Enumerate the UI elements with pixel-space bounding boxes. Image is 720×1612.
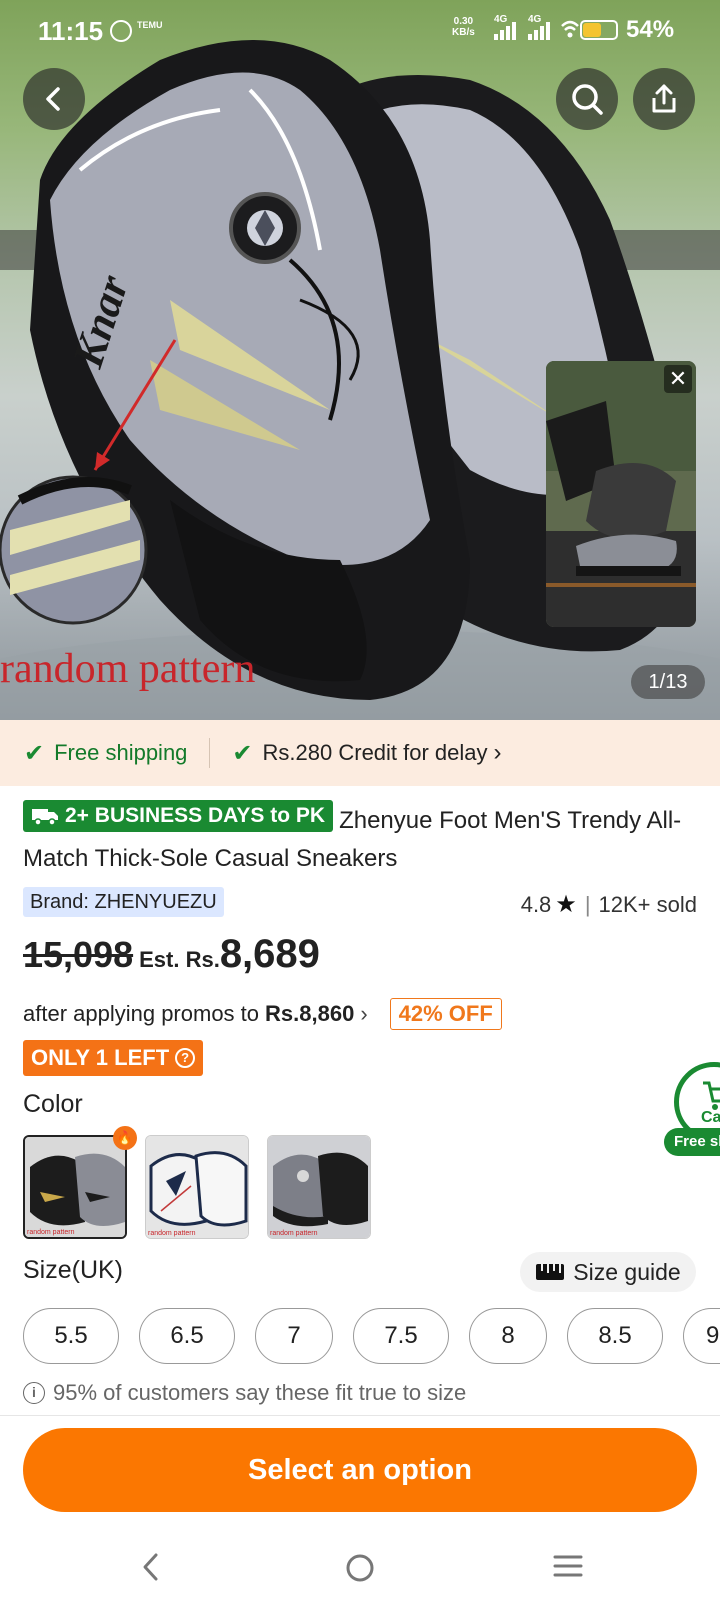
delay-credit-item[interactable]: ✔ Rs.280 Credit for delay › [232, 739, 501, 768]
back-button[interactable] [23, 68, 85, 130]
sim1-label: 4G [494, 14, 508, 25]
promo-price: Rs.8,860 [265, 1001, 355, 1026]
swatch-image [146, 1136, 248, 1238]
network-speed-value: 0.30 [453, 16, 474, 27]
delay-credit-label: Rs.280 Credit for delay [262, 740, 488, 765]
swatch-caption: random pattern [148, 1230, 196, 1237]
search-icon [572, 84, 603, 115]
image-caption: random pattern [0, 646, 256, 692]
network-speed-unit: KB/s [452, 27, 475, 38]
share-icon [652, 84, 676, 113]
size-option[interactable]: 8.5 [567, 1308, 663, 1364]
delivery-badge-label: 2+ BUSINESS DAYS to PK [65, 804, 326, 827]
whatsapp-icon [110, 20, 132, 42]
delivery-badge: 2+ BUSINESS DAYS to PK [23, 800, 334, 832]
swatch-image [25, 1137, 125, 1237]
swatch-caption: random pattern [27, 1229, 75, 1236]
sim2-label: 4G [528, 14, 542, 25]
brand-rating-row: Brand: ZHENYUEZU 4.8 ★ | 12K+ sold [23, 887, 697, 919]
price-row: 15,098 Est. Rs. 8,689 [23, 932, 320, 982]
swatch-caption: random pattern [270, 1230, 318, 1237]
size-option[interactable]: 8 [469, 1308, 547, 1364]
sold-count: 12K+ sold [598, 891, 697, 917]
chevron-right-icon: › [360, 1001, 368, 1026]
help-icon: ? [175, 1048, 196, 1068]
network-speed: 0.30 KB/s [452, 16, 475, 38]
mini-video-player[interactable]: ✕ [546, 361, 696, 627]
size-option[interactable]: 6.5 [139, 1308, 235, 1364]
fit-note-text: 95% of customers say these fit true to s… [53, 1380, 467, 1405]
battery-icon [580, 20, 618, 40]
ruler-icon [536, 1264, 565, 1280]
close-icon[interactable]: ✕ [664, 365, 692, 393]
current-price: 8,689 [219, 932, 320, 976]
brand-tag[interactable]: Brand: ZHENYUEZU [23, 887, 224, 917]
status-time: 11:15 [38, 16, 104, 46]
original-price: 15,098 [23, 934, 134, 975]
size-option[interactable]: 7 [255, 1308, 333, 1364]
free-shipping-label: Free shipping [54, 740, 188, 765]
cart-free-shipping-pill: Free sh [664, 1128, 720, 1156]
check-icon: ✔ [24, 739, 45, 767]
stock-label: ONLY 1 LEFT [31, 1045, 170, 1070]
product-image-gallery[interactable]: Knar 11:15 TEMU 0.30 KB/s 4G 4G 54% rand… [0, 0, 720, 720]
info-icon: i [23, 1382, 45, 1404]
promo-row[interactable]: after applying promos to Rs.8,860 › 42% … [23, 996, 502, 1032]
notification-app-label: TEMU [137, 20, 163, 30]
color-section-label: Color [23, 1090, 83, 1118]
swatch-image [268, 1136, 370, 1238]
fit-note: i 95% of customers say these fit true to… [23, 1380, 466, 1406]
color-swatch-black-gray[interactable]: random pattern [23, 1135, 127, 1239]
sim1-signal-icon: 4G [494, 14, 516, 40]
chevron-right-icon: › [493, 739, 502, 766]
size-option[interactable]: 7.5 [353, 1308, 449, 1364]
divider [209, 738, 211, 768]
color-swatches: random pattern random pattern random pat… [23, 1135, 371, 1239]
hot-badge-icon: 🔥 [113, 1126, 137, 1150]
floating-cart-button[interactable]: Ca Free sh [664, 1062, 720, 1172]
size-option[interactable]: 9 [683, 1308, 720, 1364]
divider [0, 1415, 720, 1416]
size-guide-label: Size guide [573, 1258, 681, 1285]
sim2-signal-icon: 4G [528, 14, 550, 40]
truck-icon [32, 809, 58, 826]
share-button[interactable] [633, 68, 695, 130]
promo-text: after applying promos to [23, 1001, 260, 1026]
rating-value: 4.8 [520, 891, 552, 917]
select-option-button[interactable]: Select an option [23, 1428, 697, 1512]
star-icon: ★ [555, 891, 577, 918]
estimated-price-label: Est. Rs. [139, 947, 220, 972]
nav-home-icon[interactable] [344, 1552, 376, 1584]
size-section-label: Size(UK) [23, 1256, 124, 1284]
size-options: 5.5 6.5 7 7.5 8 8.5 [23, 1308, 663, 1364]
discount-badge: 42% OFF [389, 998, 502, 1030]
status-bar: 11:15 TEMU 0.30 KB/s 4G 4G 54% [0, 0, 720, 58]
nav-back-icon[interactable] [138, 1552, 164, 1582]
image-counter: 1/13 [631, 665, 705, 699]
cart-label: Ca [701, 1109, 720, 1126]
product-title-block: 2+ BUSINESS DAYS to PK Zhenyue Foot Men'… [23, 800, 703, 878]
search-button[interactable] [556, 68, 618, 130]
system-navigation-bar [0, 1540, 720, 1612]
rating-separator: | [584, 891, 591, 917]
battery-percent: 54% [626, 16, 675, 43]
free-shipping-item[interactable]: ✔ Free shipping [24, 739, 187, 768]
color-swatch-white-navy[interactable]: random pattern [145, 1135, 249, 1239]
video-thumbnail [546, 361, 696, 627]
size-guide-button[interactable]: Size guide [520, 1252, 696, 1292]
stock-badge[interactable]: ONLY 1 LEFT ? [23, 1040, 204, 1076]
wifi-icon [561, 20, 579, 38]
shipping-benefits-bar[interactable]: ✔ Free shipping ✔ Rs.280 Credit for dela… [0, 720, 720, 786]
check-icon: ✔ [232, 739, 253, 767]
nav-menu-icon[interactable] [553, 1552, 583, 1580]
rating-summary[interactable]: 4.8 ★ | 12K+ sold [521, 890, 697, 919]
color-swatch-gray-black[interactable]: random pattern [267, 1135, 371, 1239]
chevron-left-icon [46, 87, 60, 111]
size-option[interactable]: 5.5 [23, 1308, 119, 1364]
